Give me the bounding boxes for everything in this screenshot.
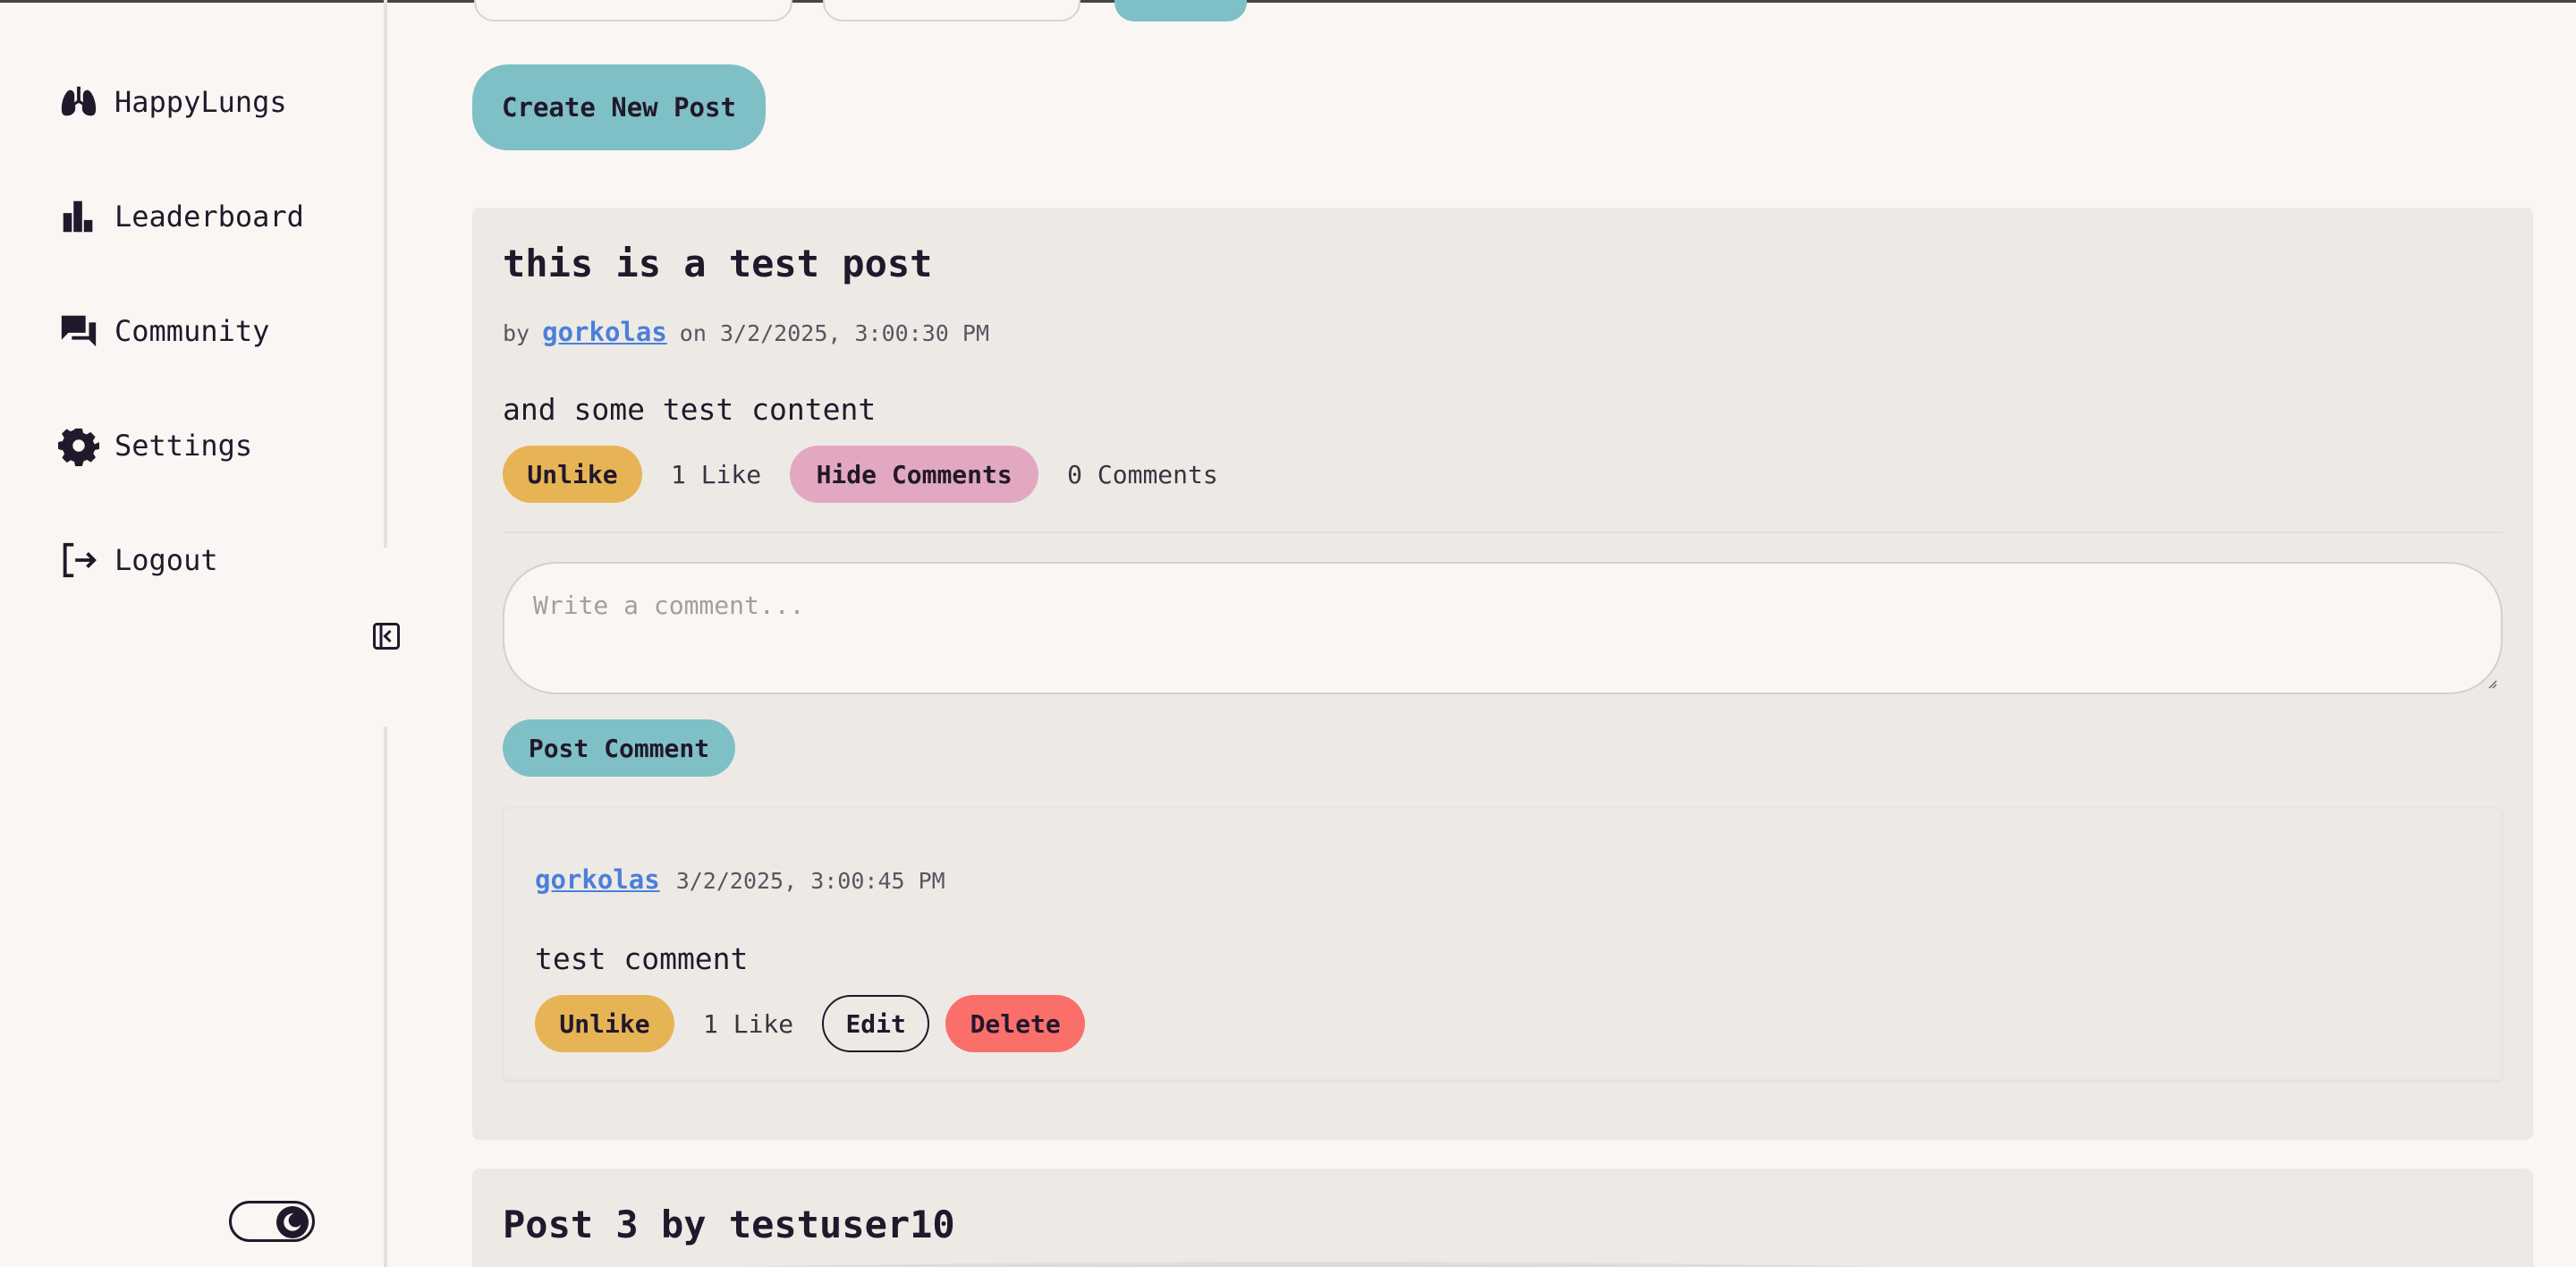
delete-comment-button[interactable]: Delete (945, 995, 1086, 1052)
post-card: Post 3 by testuser10 (472, 1169, 2533, 1267)
moon-icon (276, 1206, 309, 1238)
sort-select[interactable] (823, 0, 1080, 21)
sidebar-divider (384, 727, 387, 1267)
comment-unlike-button[interactable]: Unlike (535, 995, 674, 1052)
chat-icon (57, 311, 100, 351)
sidebar-item-label: Leaderboard (114, 200, 304, 234)
sidebar-item-happylungs[interactable]: HappyLungs (57, 82, 287, 122)
comment-like-count: 1 Like (703, 1008, 794, 1039)
post-comment-button[interactable]: Post Comment (503, 719, 735, 777)
comment-actions: Unlike 1 Like Edit Delete (535, 995, 1086, 1052)
sidebar: HappyLungs Leaderboard Community Setting… (0, 0, 400, 1267)
by-label: by (503, 320, 530, 346)
unlike-button[interactable]: Unlike (503, 446, 642, 503)
lungs-icon (57, 82, 100, 122)
theme-toggle[interactable] (229, 1201, 315, 1242)
logout-icon (57, 540, 100, 580)
sidebar-item-label: Logout (114, 543, 218, 577)
sidebar-item-community[interactable]: Community (57, 311, 269, 351)
filter-input[interactable] (474, 0, 792, 21)
comment-timestamp: 3/2/2025, 3:00:45 PM (675, 868, 945, 894)
post-content: and some test content (503, 392, 877, 427)
sidebar-item-settings[interactable]: Settings (57, 426, 253, 466)
post-card: this is a test post by gorkolas on 3/2/2… (472, 208, 2533, 1140)
post-meta: by gorkolas on 3/2/2025, 3:00:30 PM (503, 317, 989, 347)
sidebar-item-leaderboard[interactable]: Leaderboard (57, 197, 304, 236)
sidebar-item-label: Community (114, 314, 270, 348)
post-image-shadow (508, 1262, 2118, 1267)
sidebar-item-logout[interactable]: Logout (57, 540, 218, 580)
sidebar-divider (384, 0, 387, 548)
comment-author-link[interactable]: gorkolas (535, 864, 660, 895)
comment-text: test comment (535, 941, 749, 976)
sidebar-item-label: Settings (114, 429, 253, 463)
bar-chart-icon (57, 197, 100, 236)
collapse-sidebar-icon (373, 623, 400, 650)
post-timestamp: 3/2/2025, 3:00:30 PM (719, 320, 989, 346)
resize-handle-icon[interactable] (2485, 676, 2497, 689)
post-author-link[interactable]: gorkolas (542, 317, 667, 347)
edit-comment-button[interactable]: Edit (822, 995, 930, 1052)
hide-comments-button[interactable]: Hide Comments (790, 446, 1039, 503)
sidebar-item-label: HappyLungs (114, 85, 287, 119)
post-title: this is a test post (503, 242, 933, 285)
create-post-button[interactable]: Create New Post (472, 64, 766, 150)
comment-meta: gorkolas 3/2/2025, 3:00:45 PM (535, 864, 945, 895)
comment-input[interactable]: Write a comment... (503, 562, 2503, 694)
on-label: on (679, 320, 707, 346)
post-title: Post 3 by testuser10 (503, 1203, 955, 1246)
comment-item: gorkolas 3/2/2025, 3:00:45 PM test comme… (503, 807, 2503, 1081)
divider (503, 531, 2503, 533)
like-count: 1 Like (671, 459, 762, 489)
comment-placeholder: Write a comment... (533, 591, 805, 620)
comment-count: 0 Comments (1067, 459, 1218, 489)
post-actions: Unlike 1 Like Hide Comments 0 Comments (503, 446, 1247, 503)
search-button[interactable] (1114, 0, 1247, 21)
gear-icon (57, 426, 100, 466)
collapse-sidebar-button[interactable] (370, 620, 402, 652)
